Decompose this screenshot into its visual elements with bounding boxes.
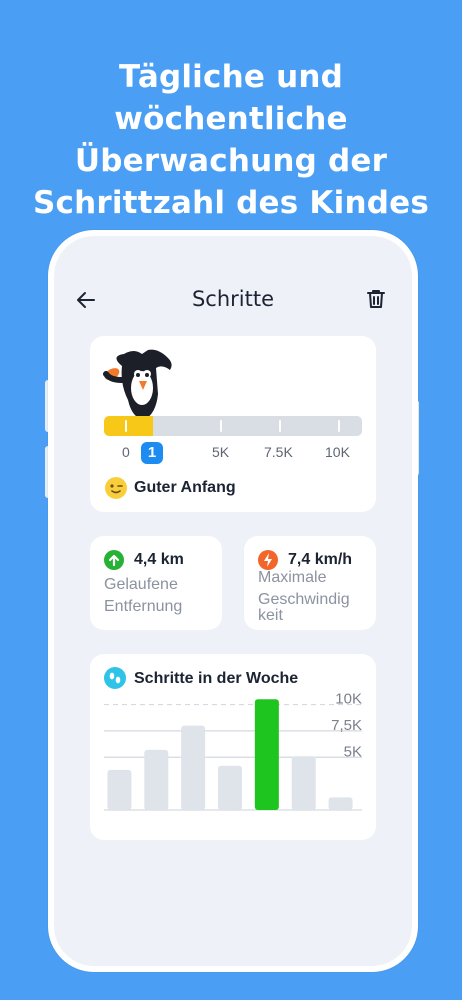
distance-card: 4,4 km Gelaufene Entfernung — [90, 536, 222, 630]
progress-tick — [279, 420, 281, 432]
scale-label-10k: 10K — [325, 444, 350, 460]
phone-frame: Schritte 0 1 5K 7.5K 10K Guter Anfang 4,… — [48, 230, 418, 972]
weekly-steps-card: Schritte in der Woche 10K 7,5K 5K — [90, 654, 376, 840]
headline-line: wöchentliche — [114, 101, 348, 137]
headline-line: Schrittzahl des Kindes — [32, 185, 430, 221]
daily-progress-card: 0 1 5K 7.5K 10K Guter Anfang — [90, 336, 376, 512]
scale-label-7-5k: 7.5K — [264, 444, 293, 460]
progress-tick — [125, 420, 127, 432]
chart-bar — [291, 756, 316, 810]
current-steps-badge: 1 — [141, 442, 163, 464]
chart-bar — [218, 765, 242, 810]
weekly-steps-chart: 10K 7,5K 5K — [104, 691, 362, 811]
step-progress-fill — [104, 416, 154, 436]
chart-bar — [144, 749, 169, 810]
headline: Tägliche und wöchentliche Überwachung de… — [0, 56, 462, 224]
chart-bar — [107, 769, 132, 810]
delete-button[interactable] — [364, 287, 388, 311]
chart-ytick-label: 7,5K — [331, 717, 362, 734]
scale-label-0: 0 — [122, 444, 130, 460]
winking-face-icon — [105, 477, 127, 499]
speed-label-line: Maximale — [258, 569, 327, 586]
distance-value: 4,4 km — [134, 551, 184, 568]
distance-label: Gelaufene Entfernung — [104, 576, 183, 615]
headline-line: Überwachung der — [74, 143, 388, 179]
chart-bar — [328, 797, 353, 810]
progress-tick — [220, 420, 222, 432]
app-screen: Schritte 0 1 5K 7.5K 10K Guter Anfang 4,… — [54, 236, 412, 966]
status-text: Guter Anfang — [134, 479, 236, 496]
trash-icon — [367, 290, 385, 308]
step-progress-bar — [104, 416, 362, 436]
speed-card: 7,4 km/h Maximale Geschwindig keit — [244, 536, 376, 630]
chart-bar — [181, 725, 206, 810]
chart-ytick-label: 10K — [335, 691, 362, 708]
chart-ytick-label: 5K — [344, 743, 362, 760]
arrow-up-circle-icon — [104, 550, 124, 570]
chart-bar — [254, 699, 279, 810]
page-title: Schritte — [191, 287, 275, 311]
speed-label: Maximale Geschwindig keit — [258, 567, 350, 627]
top-bar: Schritte — [54, 284, 412, 316]
headline-line: Tägliche und — [118, 59, 344, 95]
progress-tick — [338, 420, 340, 432]
scale-label-5k: 5K — [212, 444, 230, 460]
